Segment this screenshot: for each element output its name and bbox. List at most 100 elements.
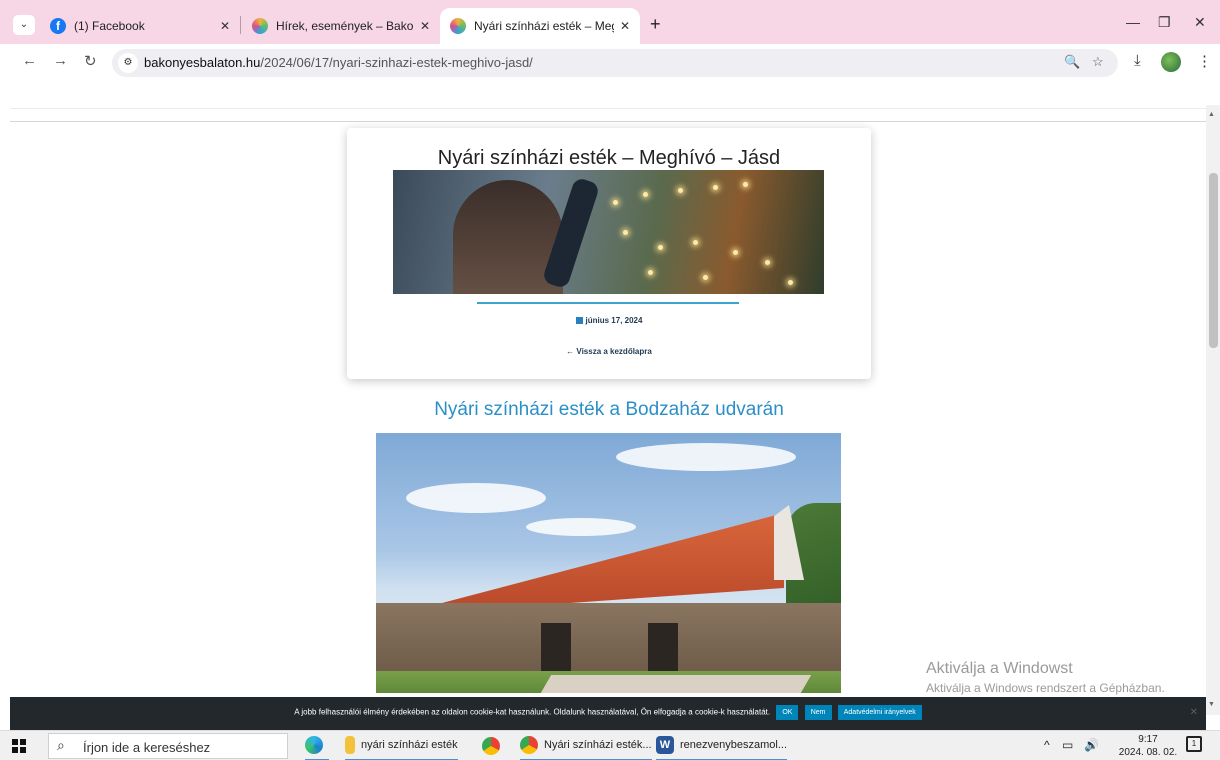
tab-separator	[240, 16, 241, 34]
watermark-line1: Aktiválja a Windowst	[926, 660, 1073, 677]
doorway-shape	[648, 623, 678, 673]
edge-icon	[305, 736, 323, 754]
reload-icon[interactable]: ↻	[84, 52, 97, 70]
windows-start-icon[interactable]	[12, 739, 26, 753]
cloud-shape	[526, 518, 636, 536]
minimize-icon[interactable]: —	[1126, 14, 1140, 30]
facebook-icon: f	[50, 18, 66, 34]
tab-title: Nyári színházi esték – Meghívó – Jásd	[474, 19, 614, 33]
site-settings-icon[interactable]: ⚙	[118, 53, 138, 73]
cookie-content: A jobb felhasználói élmény érdekében az …	[10, 705, 1206, 720]
cookie-decline-button[interactable]: Nem	[804, 705, 832, 720]
forward-icon[interactable]: →	[53, 52, 68, 69]
close-icon[interactable]: ✕	[1190, 707, 1198, 718]
address-bar[interactable]: ⚙ bakonyesbalaton.hu/2024/06/17/nyari-sz…	[112, 49, 1118, 77]
menu-kebab-icon[interactable]: ⋮	[1197, 52, 1212, 70]
close-window-icon[interactable]: ✕	[1194, 14, 1206, 31]
taskbar-word[interactable]: W renezvenybeszamol...	[656, 731, 787, 760]
tray-expand-icon[interactable]: ^	[1044, 738, 1050, 752]
bookmark-star-icon[interactable]: ☆	[1092, 54, 1104, 70]
article-heading: Nyári színházi esték a Bodzaház udvarán	[434, 399, 784, 420]
volume-icon[interactable]: 🔊	[1084, 738, 1099, 752]
post-date: június 17, 2024	[347, 316, 871, 325]
cloud-shape	[616, 443, 796, 471]
string-light-bulb	[765, 260, 770, 265]
close-icon[interactable]: ✕	[620, 19, 630, 33]
zoom-icon[interactable]: 🔍	[1064, 54, 1080, 70]
windows-activation-watermark: Aktiválja a Windowst Aktiválja a Windows…	[926, 660, 1165, 695]
browser-toolbar: ← → ↻ ⚙ bakonyesbalaton.hu/2024/06/17/ny…	[0, 44, 1220, 80]
windows-taskbar: ⌕ Írjon ide a kereséshez nyári színházi …	[0, 730, 1220, 760]
tab-nyari-szinhazi[interactable]: Nyári színházi esték – Meghívó – Jásd ✕	[440, 8, 640, 44]
cookie-consent-bar: A jobb felhasználói élmény érdekében az …	[10, 697, 1206, 730]
tab-facebook[interactable]: f (1) Facebook ✕	[40, 8, 240, 44]
cookie-text: A jobb felhasználói élmény érdekében az …	[294, 707, 771, 717]
search-placeholder: Írjon ide a kereséshez	[83, 740, 211, 755]
start-logo-square	[20, 739, 26, 745]
notification-icon[interactable]: 1	[1186, 736, 1202, 752]
start-logo-square	[12, 739, 18, 745]
tab-hirek[interactable]: Hírek, események – Bakony és Balaton ✕	[242, 8, 440, 44]
string-light-bulb	[733, 250, 738, 255]
url-text[interactable]: bakonyesbalaton.hu/2024/06/17/nyari-szin…	[144, 55, 533, 70]
site-header-edge	[10, 108, 1206, 109]
post-header-card: Nyári színházi esték – Meghívó – Jásd jú…	[347, 128, 871, 379]
folder-icon	[345, 736, 355, 754]
scroll-up-icon[interactable]: ▲	[1208, 111, 1215, 118]
url-domain: bakonyesbalaton.hu	[144, 55, 261, 70]
calendar-icon	[575, 317, 583, 324]
taskbar-search[interactable]: ⌕ Írjon ide a kereséshez	[48, 733, 288, 759]
tab-title: Hírek, események – Bakony és Balaton	[276, 19, 414, 33]
cookie-ok-button[interactable]: OK	[776, 705, 799, 720]
cloud-shape	[406, 483, 546, 513]
string-light-bulb	[678, 188, 683, 193]
string-light-bulb	[743, 182, 748, 187]
url-path: /2024/06/17/nyari-szinhazi-estek-meghivo…	[260, 55, 533, 70]
word-icon: W	[656, 736, 674, 754]
string-light-bulb	[658, 245, 663, 250]
scroll-down-icon[interactable]: ▼	[1208, 701, 1215, 708]
taskbar-chrome-window[interactable]: Nyári színházi esték...	[520, 731, 652, 760]
string-light-bulb	[648, 270, 653, 275]
doorway-shape	[541, 623, 571, 673]
back-to-home-link[interactable]: ← Vissza a kezdőlapra	[347, 347, 871, 356]
new-tab-button[interactable]: +	[650, 14, 661, 35]
clock-date: 2024. 08. 02.	[1118, 747, 1178, 758]
watermark-line2: Aktiválja a Windows rendszert a Gépházba…	[926, 681, 1165, 695]
page-scrollbar[interactable]: ▲ ▼	[1206, 105, 1220, 715]
browser-tab-bar: ⌄ f (1) Facebook ✕ Hírek, események – Ba…	[0, 0, 1220, 44]
scroll-thumb[interactable]	[1209, 173, 1218, 348]
download-icon[interactable]: ⤓	[1134, 52, 1141, 69]
taskbar-chrome[interactable]	[482, 731, 506, 760]
tab-search-button[interactable]: ⌄	[13, 15, 35, 35]
post-date-text: június 17, 2024	[585, 316, 643, 325]
path-shape	[540, 675, 812, 693]
chrome-icon	[520, 736, 538, 754]
profile-avatar[interactable]	[1161, 52, 1181, 72]
search-icon: ⌕	[57, 737, 65, 753]
header-divider	[10, 121, 1206, 122]
taskbar-edge[interactable]	[305, 731, 329, 760]
close-icon[interactable]: ✕	[220, 19, 230, 33]
bakony-balaton-icon	[450, 18, 466, 34]
start-logo-square	[12, 747, 18, 753]
chrome-icon	[482, 737, 500, 755]
close-icon[interactable]: ✕	[420, 19, 430, 33]
string-light-bulb	[703, 275, 708, 280]
string-light-bulb	[788, 280, 793, 285]
privacy-policy-button[interactable]: Adatvédelmi irányelvek	[837, 705, 922, 720]
stone-wall-shape	[376, 603, 841, 673]
back-icon[interactable]: ←	[22, 52, 37, 69]
notification-count: 1	[1191, 739, 1197, 748]
restore-icon[interactable]: ❐	[1158, 14, 1171, 31]
string-light-bulb	[713, 185, 718, 190]
taskbar-app-label: renezvenybeszamol...	[680, 739, 787, 751]
post-hero-image	[393, 170, 824, 294]
network-icon[interactable]: ▭	[1062, 738, 1073, 752]
string-light-bulb	[693, 240, 698, 245]
tab-title: (1) Facebook	[74, 19, 145, 33]
taskbar-folder[interactable]: nyári színházi esték	[345, 731, 458, 760]
taskbar-clock[interactable]: 9:17 2024. 08. 02.	[1118, 733, 1178, 759]
taskbar-app-label: Nyári színházi esték...	[544, 739, 652, 751]
taskbar-app-label: nyári színházi esték	[361, 739, 458, 751]
